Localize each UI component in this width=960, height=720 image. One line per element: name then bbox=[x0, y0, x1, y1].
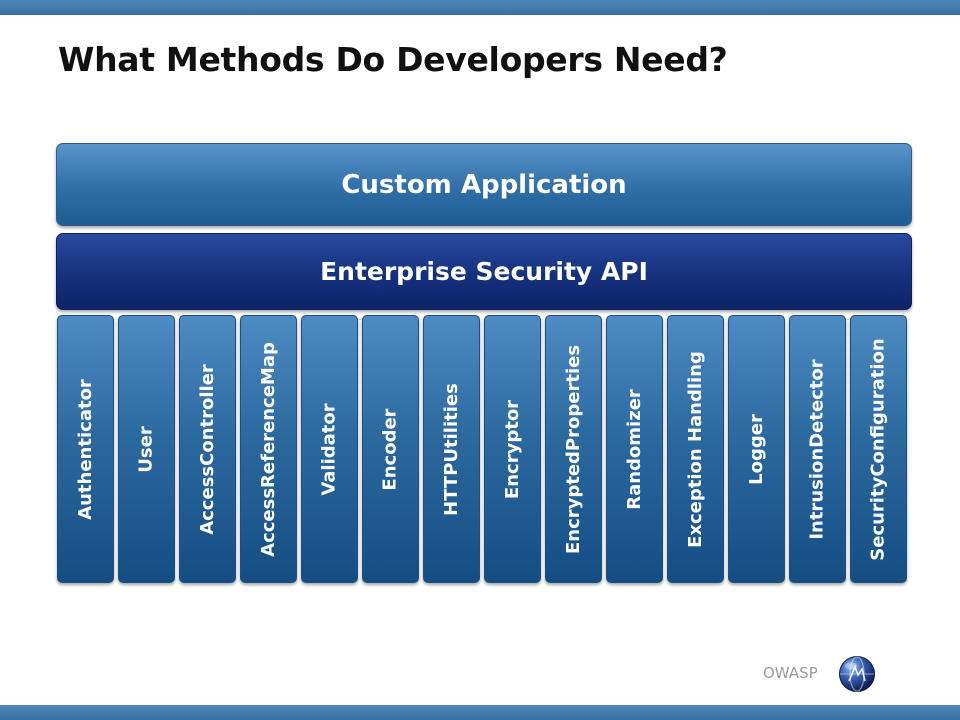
component-label: Encoder bbox=[380, 407, 401, 491]
component-label: HTTPUtilities bbox=[441, 382, 462, 516]
component-label: Logger bbox=[746, 413, 768, 485]
component-user: User bbox=[118, 315, 175, 583]
component-label: Authenticator bbox=[75, 378, 96, 520]
component-columns: Authenticator User AccessController Acce… bbox=[0, 0, 960, 720]
component-exception-handling: Exception Handling bbox=[667, 315, 724, 583]
component-validator: Validator bbox=[301, 315, 358, 583]
component-security-configuration: SecurityConfiguration bbox=[850, 315, 907, 583]
component-label: EncryptedProperties bbox=[563, 344, 585, 554]
component-label: Exception Handling bbox=[685, 350, 706, 548]
component-encrypted-properties: EncryptedProperties bbox=[545, 315, 602, 583]
component-encoder: Encoder bbox=[362, 315, 419, 583]
component-label: IntrusionDetector bbox=[807, 358, 829, 540]
component-label: Encryptor bbox=[502, 399, 523, 499]
component-label: AccessController bbox=[197, 363, 219, 535]
component-access-reference-map: AccessReferenceMap bbox=[240, 315, 297, 583]
owasp-globe-icon bbox=[839, 656, 875, 692]
component-authenticator: Authenticator bbox=[57, 315, 114, 583]
component-logger: Logger bbox=[728, 315, 785, 583]
component-intrusion-detector: IntrusionDetector bbox=[789, 315, 846, 583]
component-http-utilities: HTTPUtilities bbox=[423, 315, 480, 583]
bottom-accent-bar bbox=[0, 705, 960, 720]
component-randomizer: Randomizer bbox=[606, 315, 663, 583]
component-label: Randomizer bbox=[624, 388, 645, 510]
component-label: AccessReferenceMap bbox=[258, 341, 280, 557]
component-label: User bbox=[135, 425, 157, 473]
component-label: SecurityConfiguration bbox=[868, 337, 890, 561]
owasp-brand-text: OWASP bbox=[763, 664, 818, 682]
component-label: Validator bbox=[319, 402, 340, 496]
component-encryptor: Encryptor bbox=[484, 315, 541, 583]
component-access-controller: AccessController bbox=[179, 315, 236, 583]
